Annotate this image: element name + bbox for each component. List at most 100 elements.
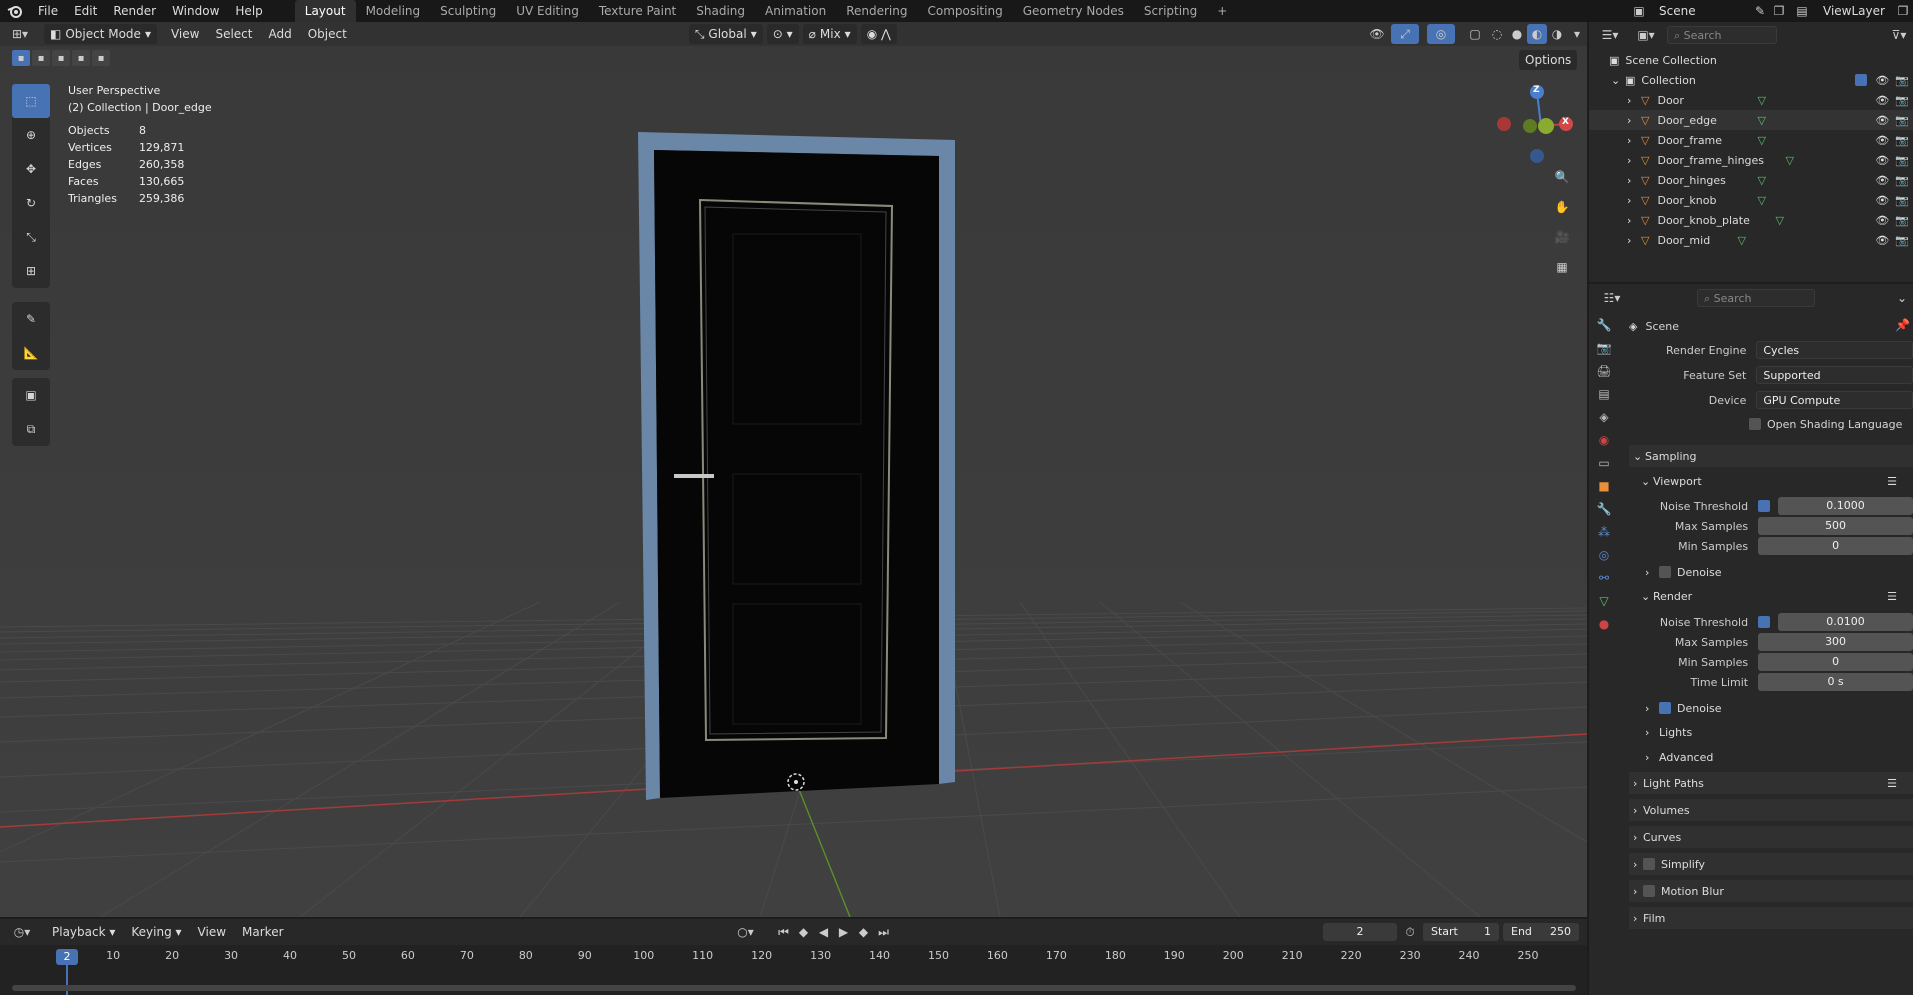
visibility-dropdown-icon[interactable]: 👁 (1363, 27, 1391, 41)
menu-add[interactable]: Add (260, 27, 299, 41)
outliner-item[interactable]: › ▽ Door ▽ 👁 📷 (1589, 90, 1913, 110)
menu-help[interactable]: Help (227, 0, 270, 22)
vp-min-samples-field[interactable]: 0 (1758, 537, 1913, 555)
noise-threshold-checkbox[interactable] (1758, 616, 1771, 628)
select-extend-icon[interactable]: ▪ (32, 50, 50, 66)
scale-tool-icon[interactable]: ⤡ (12, 220, 50, 254)
view-layer-name[interactable]: ViewLayer (1815, 4, 1893, 18)
menu-keying[interactable]: Keying ▾ (123, 925, 189, 939)
rendered-shading-icon[interactable]: ◑ (1547, 27, 1567, 41)
eye-icon[interactable]: 👁 (1875, 134, 1889, 147)
menu-object[interactable]: Object (300, 27, 355, 41)
eye-icon[interactable]: 👁 (1875, 94, 1889, 107)
pivot-dropdown[interactable]: ⊙ ▾ (766, 24, 799, 44)
editor-type-icon[interactable]: ⊞▾ (0, 27, 40, 41)
menu-timeline-view[interactable]: View (190, 925, 234, 939)
collection-tab-icon[interactable]: ▭ (1598, 456, 1609, 470)
tab-compositing[interactable]: Compositing (917, 0, 1012, 22)
scene-collection-row[interactable]: ▣ Scene Collection (1589, 50, 1913, 70)
list-icon[interactable]: ☰ (1887, 777, 1897, 790)
simplify-panel-header[interactable]: › Simplify (1629, 853, 1913, 875)
outliner-item[interactable]: › ▽ Door_frame ▽ 👁 📷 (1589, 130, 1913, 150)
camera-icon[interactable]: 📷 (1895, 194, 1909, 207)
outliner-item[interactable]: › ▽ Door_frame_hinges ▽ 👁 📷 (1589, 150, 1913, 170)
current-frame-field[interactable]: 2 (1323, 923, 1397, 941)
pin-icon[interactable]: 📌 (1895, 318, 1910, 332)
tab-texture-paint[interactable]: Texture Paint (589, 0, 686, 22)
new-scene-icon[interactable]: ❐ (1769, 4, 1789, 18)
r-noise-threshold-field[interactable]: 0.0100 (1778, 613, 1913, 631)
device-dropdown[interactable]: GPU Compute (1756, 391, 1913, 409)
camera-icon[interactable]: 📷 (1895, 234, 1909, 247)
constraints-tab-icon[interactable]: ⚯ (1599, 571, 1609, 585)
r-denoise-checkbox[interactable] (1659, 702, 1671, 714)
select-subtract-icon[interactable]: ▪ (52, 50, 70, 66)
select-new-icon[interactable]: ▪ (12, 50, 30, 66)
measure-tool-icon[interactable]: 📐 (12, 336, 50, 370)
menu-window[interactable]: Window (164, 0, 227, 22)
camera-icon[interactable]: 📷 (1895, 154, 1909, 167)
outliner-item[interactable]: › ▽ Door_knob ▽ 👁 📷 (1589, 190, 1913, 210)
volumes-panel-header[interactable]: › Volumes (1629, 799, 1913, 821)
tab-animation[interactable]: Animation (755, 0, 836, 22)
view-layer-icon[interactable]: ▤ (1789, 4, 1815, 18)
transform-orientation-dropdown[interactable]: ⤡ Global ▾ (688, 24, 763, 44)
properties-search-input[interactable]: ⌕ Search (1697, 289, 1815, 307)
preview-range-icon[interactable]: ⏱ (1397, 925, 1423, 940)
next-keyframe-icon[interactable]: ◆ (854, 925, 874, 939)
select-invert-icon[interactable]: ▪ (72, 50, 90, 66)
osl-checkbox[interactable] (1749, 418, 1761, 430)
add-workspace-icon[interactable]: + (1207, 0, 1237, 22)
vp-denoise-subpanel-header[interactable]: › Denoise (1645, 562, 1913, 582)
menu-file[interactable]: File (30, 0, 66, 22)
noise-threshold-checkbox[interactable] (1758, 500, 1771, 512)
move-tool-icon[interactable]: ✥ (12, 152, 50, 186)
menu-view[interactable]: View (163, 27, 207, 41)
overlay-toggle-icon[interactable]: ◎ (1427, 24, 1455, 44)
shading-options-icon[interactable]: ▾ (1567, 27, 1587, 41)
tab-shading[interactable]: Shading (686, 0, 755, 22)
vp-denoise-checkbox[interactable] (1659, 566, 1671, 578)
collection-row[interactable]: ⌄ ▣ Collection 👁 📷 (1589, 70, 1913, 90)
annotate-tool-icon[interactable]: ✎ (12, 302, 50, 336)
expand-icon[interactable]: ⌄ (1611, 74, 1625, 87)
tab-layout[interactable]: Layout (294, 0, 356, 22)
snap-dropdown[interactable]: ⌀ Mix ▾ (802, 24, 857, 44)
menu-marker[interactable]: Marker (234, 925, 291, 939)
physics-tab-icon[interactable]: ◎ (1599, 548, 1609, 562)
tab-rendering[interactable]: Rendering (836, 0, 917, 22)
jump-start-icon[interactable]: ⏮ (774, 925, 794, 940)
display-mode-icon[interactable]: ▣▾ (1631, 28, 1661, 42)
object-tab-icon[interactable]: ■ (1598, 479, 1609, 493)
camera-icon[interactable]: 📷 (1895, 74, 1909, 87)
material-tab-icon[interactable]: ● (1599, 617, 1609, 631)
end-frame-field[interactable]: End 250 (1503, 923, 1579, 941)
world-tab-icon[interactable]: ◉ (1599, 433, 1609, 447)
expand-icon[interactable]: › (1627, 194, 1641, 207)
vp-noise-threshold-field[interactable]: 0.1000 (1778, 497, 1913, 515)
filter-icon[interactable]: ⊽▾ (1885, 28, 1913, 42)
menu-select[interactable]: Select (207, 27, 260, 41)
list-icon[interactable]: ☰ (1887, 590, 1897, 603)
vp-max-samples-field[interactable]: 500 (1758, 517, 1913, 535)
tab-scripting[interactable]: Scripting (1134, 0, 1207, 22)
perspective-grid-icon[interactable]: ▦ (1550, 256, 1574, 278)
add-cube-tool-icon[interactable]: ▣ (12, 378, 50, 412)
outliner-item[interactable]: › ▽ Door_hinges ▽ 👁 📷 (1589, 170, 1913, 190)
solid-shading-icon[interactable]: ● (1507, 27, 1527, 41)
feature-set-dropdown[interactable]: Supported (1756, 366, 1913, 384)
material-shading-icon[interactable]: ◐ (1527, 24, 1547, 44)
camera-icon[interactable]: 📷 (1895, 174, 1909, 187)
camera-icon[interactable]: 📷 (1895, 94, 1909, 107)
menu-render[interactable]: Render (105, 0, 164, 22)
gizmo-toggle-icon[interactable]: ⤢ (1391, 24, 1419, 44)
timeline-editor-icon[interactable]: ◷▾ (0, 925, 44, 939)
data-tab-icon[interactable]: ▽ (1599, 594, 1608, 608)
transform-tool-icon[interactable]: ⊞ (12, 254, 50, 288)
advanced-subpanel-header[interactable]: › Advanced (1645, 747, 1913, 767)
outliner-search-input[interactable]: ⌕ Search (1667, 26, 1777, 44)
camera-icon[interactable]: 📷 (1895, 114, 1909, 127)
camera-icon[interactable]: 📷 (1895, 134, 1909, 147)
pan-hand-icon[interactable]: ✋ (1550, 196, 1574, 218)
curves-panel-header[interactable]: › Curves (1629, 826, 1913, 848)
